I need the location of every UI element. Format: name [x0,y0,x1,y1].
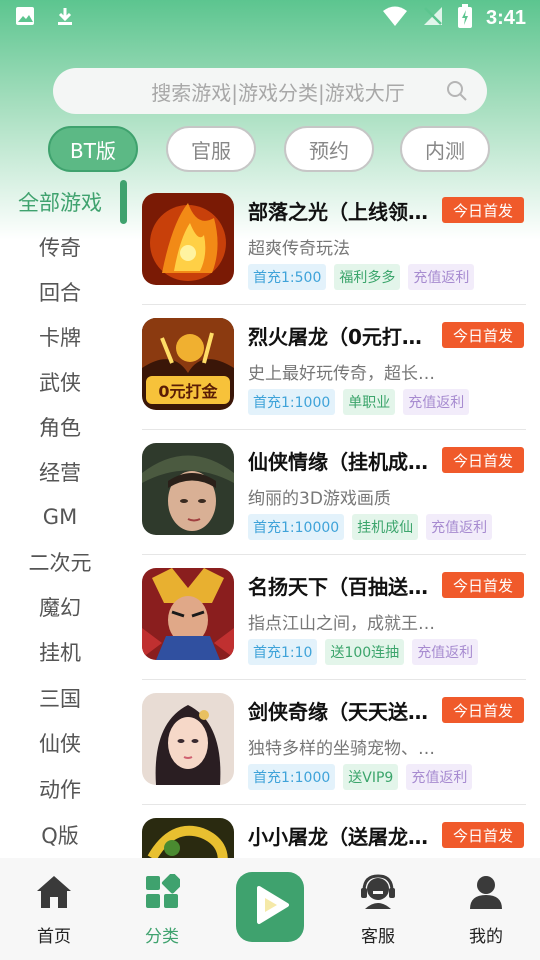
category-item[interactable]: 魔幻 [0,585,120,629]
game-description: 超爽传奇玩法 [248,239,350,259]
nav-profile-label: 我的 [469,927,503,947]
game-list-item[interactable]: 部落之光（上线领… 超爽传奇玩法 首充1:500 福利多多 充值返利 今日首发 [142,180,526,305]
general-game-icon[interactable] [142,568,234,660]
search-bar[interactable]: 搜索游戏|游戏分类|游戏大厅 [53,68,487,114]
category-item[interactable]: 传奇 [0,225,120,269]
feature-tag: 送VIP9 [343,764,399,790]
headset-icon [358,872,398,912]
game-title: 部落之光（上线领… [248,200,428,224]
release-badge: 今日首发 [442,322,524,348]
battery-icon [457,4,472,32]
feature-tag: 单职业 [343,389,396,415]
recharge-tag: 首充1:500 [248,264,327,290]
release-badge: 今日首发 [442,697,524,723]
category-item[interactable]: 卡牌 [0,315,120,359]
tab-bt[interactable]: BT版 [48,126,138,172]
category-item[interactable]: GM [0,495,120,539]
game-list-item[interactable]: 小小屠龙（送屠龙… 今日首发 [142,805,526,858]
recharge-tag: 首充1:1000 [248,764,336,790]
game-tags: 首充1:10000 挂机成仙 充值返利 [248,514,493,540]
nav-support-label: 客服 [361,927,395,947]
category-item[interactable]: 回合 [0,270,120,314]
category-item[interactable]: 动作 [0,767,120,811]
fire-game-icon[interactable] [142,193,234,285]
dragon-game-icon[interactable]: 0元打金 [142,318,234,410]
feature-tag: 福利多多 [334,264,401,290]
game-description: 指点江山之间，成就王… [248,614,435,634]
feature-tag: 挂机成仙 [352,514,419,540]
game-title: 烈火屠龙（0元打… [248,325,422,349]
game-title: 剑侠奇缘（天天送… [248,700,428,724]
no-signal-icon [422,5,444,31]
download-icon [54,5,76,31]
game-title: 小小屠龙（送屠龙… [248,825,428,849]
game-title: 名扬天下（百抽送… [248,575,428,599]
game-description: 绚丽的3D游戏画质 [248,489,391,509]
rebate-tag: 充值返利 [406,764,473,790]
tab-official[interactable]: 官服 [166,126,256,172]
search-icon[interactable] [445,79,469,103]
tab-reservation[interactable]: 预约 [284,126,374,172]
heroine-game-icon[interactable] [142,693,234,785]
category-item[interactable]: 仙侠 [0,721,120,765]
category-item[interactable]: 二次元 [0,540,120,584]
game-description: 史上最好玩传奇，超长… [248,364,435,384]
nav-category-label: 分类 [145,927,179,947]
nav-profile[interactable]: 我的 [446,872,526,952]
category-item[interactable]: 经营 [0,450,120,494]
home-icon [34,872,74,912]
nav-support[interactable]: 客服 [338,872,418,952]
user-icon [466,872,506,912]
category-item[interactable]: 角色 [0,405,120,449]
nav-home-label: 首页 [37,927,71,947]
category-icon [142,872,182,912]
bottom-navigation: 首页 分类 客服 我的 [0,858,540,960]
game-list-item[interactable]: 仙侠情缘（挂机成… 绚丽的3D游戏画质 首充1:10000 挂机成仙 充值返利 … [142,430,526,555]
category-item[interactable]: Q版 [0,813,120,857]
category-sidebar: 全部游戏 传奇 回合 卡牌 武侠 角色 经营 GM 二次元 魔幻 挂机 三国 仙… [0,180,130,860]
category-all[interactable]: 全部游戏 [0,180,120,224]
category-item[interactable]: 挂机 [0,630,120,674]
tab-beta[interactable]: 内测 [400,126,490,172]
icon-caption: 0元打金 [158,382,218,401]
warrior-game-icon[interactable] [142,443,234,535]
rebate-tag: 充值返利 [403,389,470,415]
status-time: 3:41 [485,6,526,29]
nav-category[interactable]: 分类 [122,872,202,952]
game-tags: 首充1:500 福利多多 充值返利 [248,264,475,290]
game-tags: 首充1:10 送100连抽 充值返利 [248,639,479,665]
release-badge: 今日首发 [442,822,524,848]
game-tags: 首充1:1000 送VIP9 充值返利 [248,764,473,790]
rebate-tag: 充值返利 [408,264,475,290]
rebate-tag: 充值返利 [412,639,479,665]
game-list-item[interactable]: 剑侠奇缘（天天送… 独特多样的坐骑宠物、… 首充1:1000 送VIP9 充值返… [142,680,526,805]
play-icon [247,882,293,932]
rebate-tag: 充值返利 [426,514,493,540]
category-item[interactable]: 武侠 [0,360,120,404]
release-badge: 今日首发 [442,572,524,598]
game-list-item[interactable]: 名扬天下（百抽送… 指点江山之间，成就王… 首充1:10 送100连抽 充值返利… [142,555,526,680]
feature-tag: 送100连抽 [325,639,405,665]
search-input[interactable]: 搜索游戏|游戏分类|游戏大厅 [71,77,445,106]
game-list: 部落之光（上线领… 超爽传奇玩法 首充1:500 福利多多 充值返利 今日首发 … [142,180,534,858]
nav-play-button[interactable] [236,872,304,942]
game-tags: 首充1:1000 单职业 充值返利 [248,389,470,415]
small-dragon-game-icon[interactable] [142,818,234,858]
status-bar: 3:41 [0,0,540,36]
active-category-indicator [120,180,127,224]
release-badge: 今日首发 [442,447,524,473]
image-icon [14,5,36,31]
recharge-tag: 首充1:10000 [248,514,345,540]
category-item[interactable]: 三国 [0,676,120,720]
game-description: 独特多样的坐骑宠物、… [248,739,435,759]
version-tabs: BT版 官服 预约 内测 [48,126,494,174]
wifi-icon [382,5,408,31]
nav-home[interactable]: 首页 [14,872,94,952]
game-list-item[interactable]: 0元打金 烈火屠龙（0元打… 史上最好玩传奇，超长… 首充1:1000 单职业 … [142,305,526,430]
game-title: 仙侠情缘（挂机成… [248,450,428,474]
recharge-tag: 首充1:1000 [248,389,336,415]
recharge-tag: 首充1:10 [248,639,318,665]
release-badge: 今日首发 [442,197,524,223]
